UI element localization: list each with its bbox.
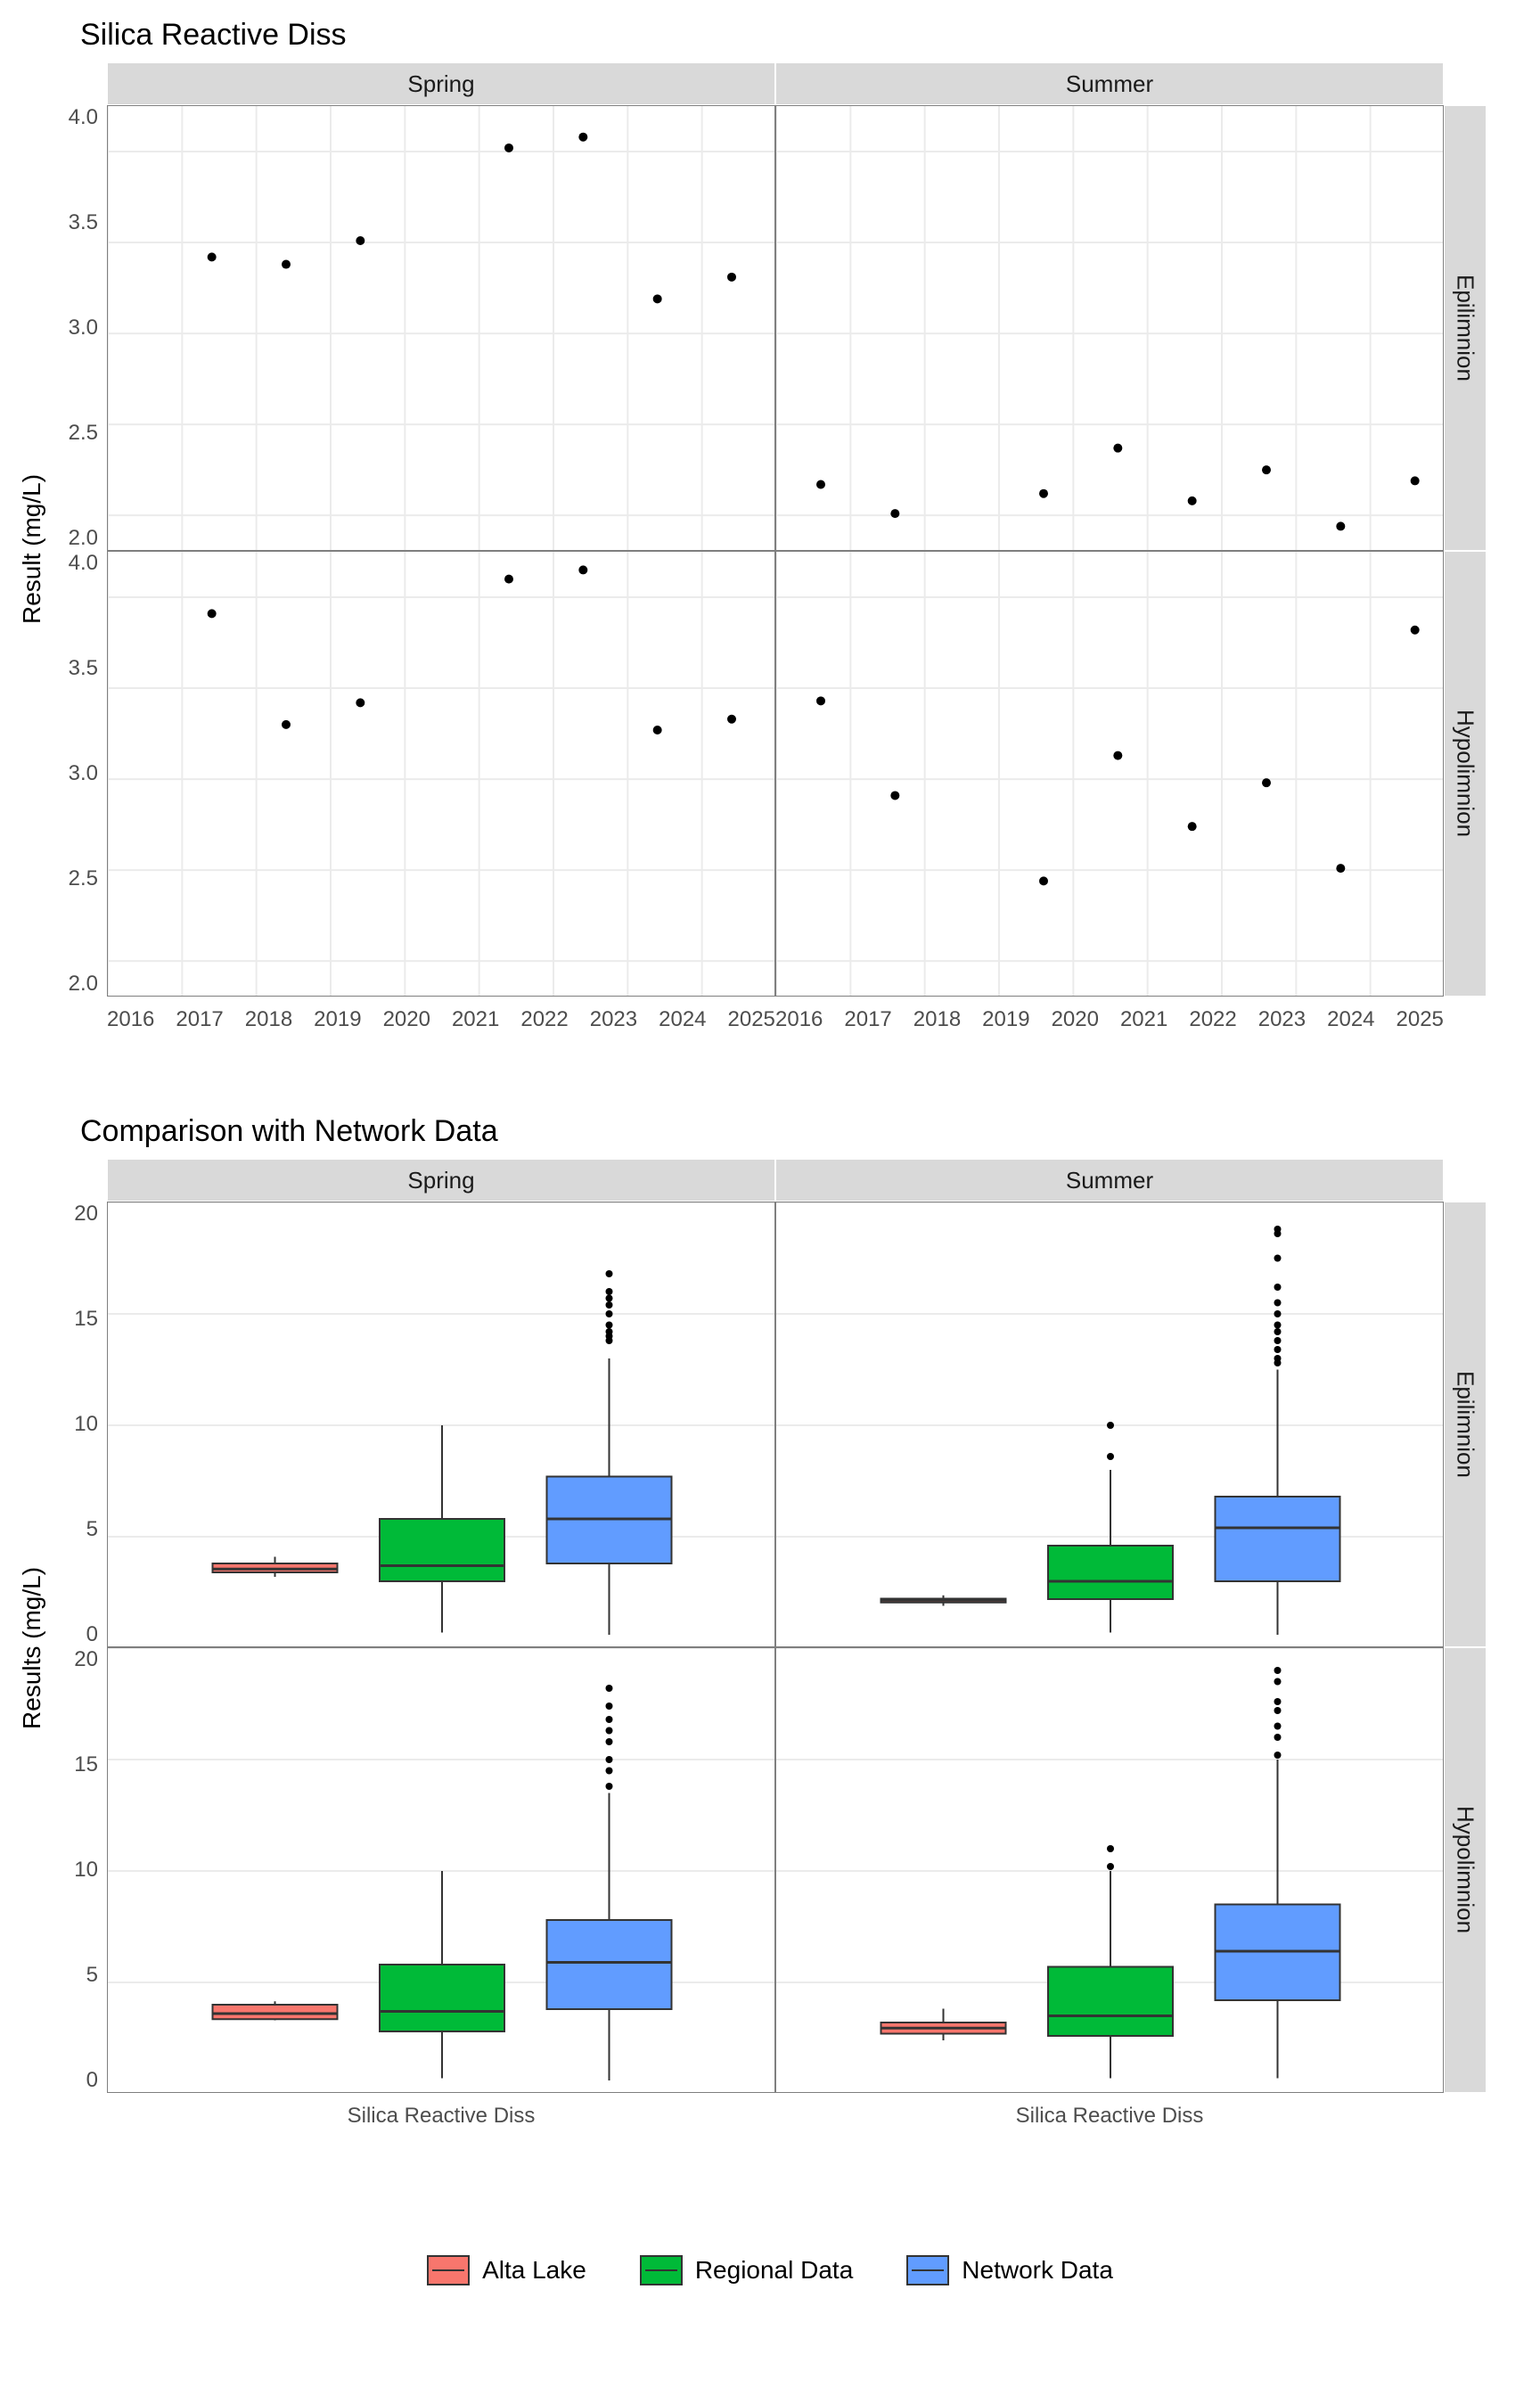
box-ylabel: Results (mg/L) — [18, 1567, 46, 1729]
legend-label-network: Network Data — [962, 2256, 1113, 2285]
strip-row-epi-2: Epilimnion — [1444, 1202, 1487, 1647]
legend-key-network: Network Data — [906, 2255, 1113, 2285]
boxpanel-spring-hypo — [107, 1647, 775, 2093]
scatter-yticks-top: 4.03.53.02.52.0 — [53, 105, 98, 551]
legend-label-regional: Regional Data — [695, 2256, 853, 2285]
box-yticks-top: 20151050 — [61, 1202, 98, 1647]
scatter-title: Silica Reactive Diss — [80, 18, 347, 53]
boxpanel-summer-epi — [775, 1202, 1444, 1647]
strip-row-epi: Epilimnion — [1444, 105, 1487, 551]
legend-key-regional: Regional Data — [640, 2255, 853, 2285]
box-xcat-l: Silica Reactive Diss — [107, 2104, 775, 2129]
legend-swatch-alta — [427, 2255, 470, 2285]
page: Silica Reactive Diss Result (mg/L) Sprin… — [0, 0, 1540, 2396]
strip-row-hypo-2: Hypolimnion — [1444, 1647, 1487, 2093]
panel-summer-hypo — [775, 551, 1444, 997]
boxpanel-summer-hypo — [775, 1647, 1444, 2093]
box-yticks-bot: 20151050 — [61, 1647, 98, 2093]
scatter-yticks-bot: 4.03.53.02.52.0 — [53, 551, 98, 997]
strip-col-spring: Spring — [107, 62, 775, 105]
legend: Alta Lake Regional Data Network Data — [0, 2255, 1540, 2285]
scatter-grid: Spring Summer Epilimnion Hypolimnion — [107, 62, 1497, 1061]
strip-col-summer: Summer — [775, 62, 1444, 105]
panel-summer-epi — [775, 105, 1444, 551]
strip-col-spring-2: Spring — [107, 1159, 775, 1202]
panel-spring-epi — [107, 105, 775, 551]
panel-spring-hypo — [107, 551, 775, 997]
scatter-xticks-l: 2016201720182019202020212022202320242025 — [107, 1007, 775, 1032]
legend-key-alta: Alta Lake — [427, 2255, 586, 2285]
legend-label-alta: Alta Lake — [482, 2256, 586, 2285]
legend-swatch-network — [906, 2255, 949, 2285]
boxpanel-spring-epi — [107, 1202, 775, 1647]
scatter-xticks-r: 2016201720182019202020212022202320242025 — [775, 1007, 1444, 1032]
box-title: Comparison with Network Data — [80, 1114, 498, 1149]
strip-row-hypo: Hypolimnion — [1444, 551, 1487, 997]
legend-swatch-regional — [640, 2255, 683, 2285]
scatter-ylabel: Result (mg/L) — [18, 474, 46, 624]
box-xcat-r: Silica Reactive Diss — [775, 2104, 1444, 2129]
box-grid: Spring Summer Epilimnion Hypolimnion — [107, 1159, 1497, 2157]
strip-col-summer-2: Summer — [775, 1159, 1444, 1202]
